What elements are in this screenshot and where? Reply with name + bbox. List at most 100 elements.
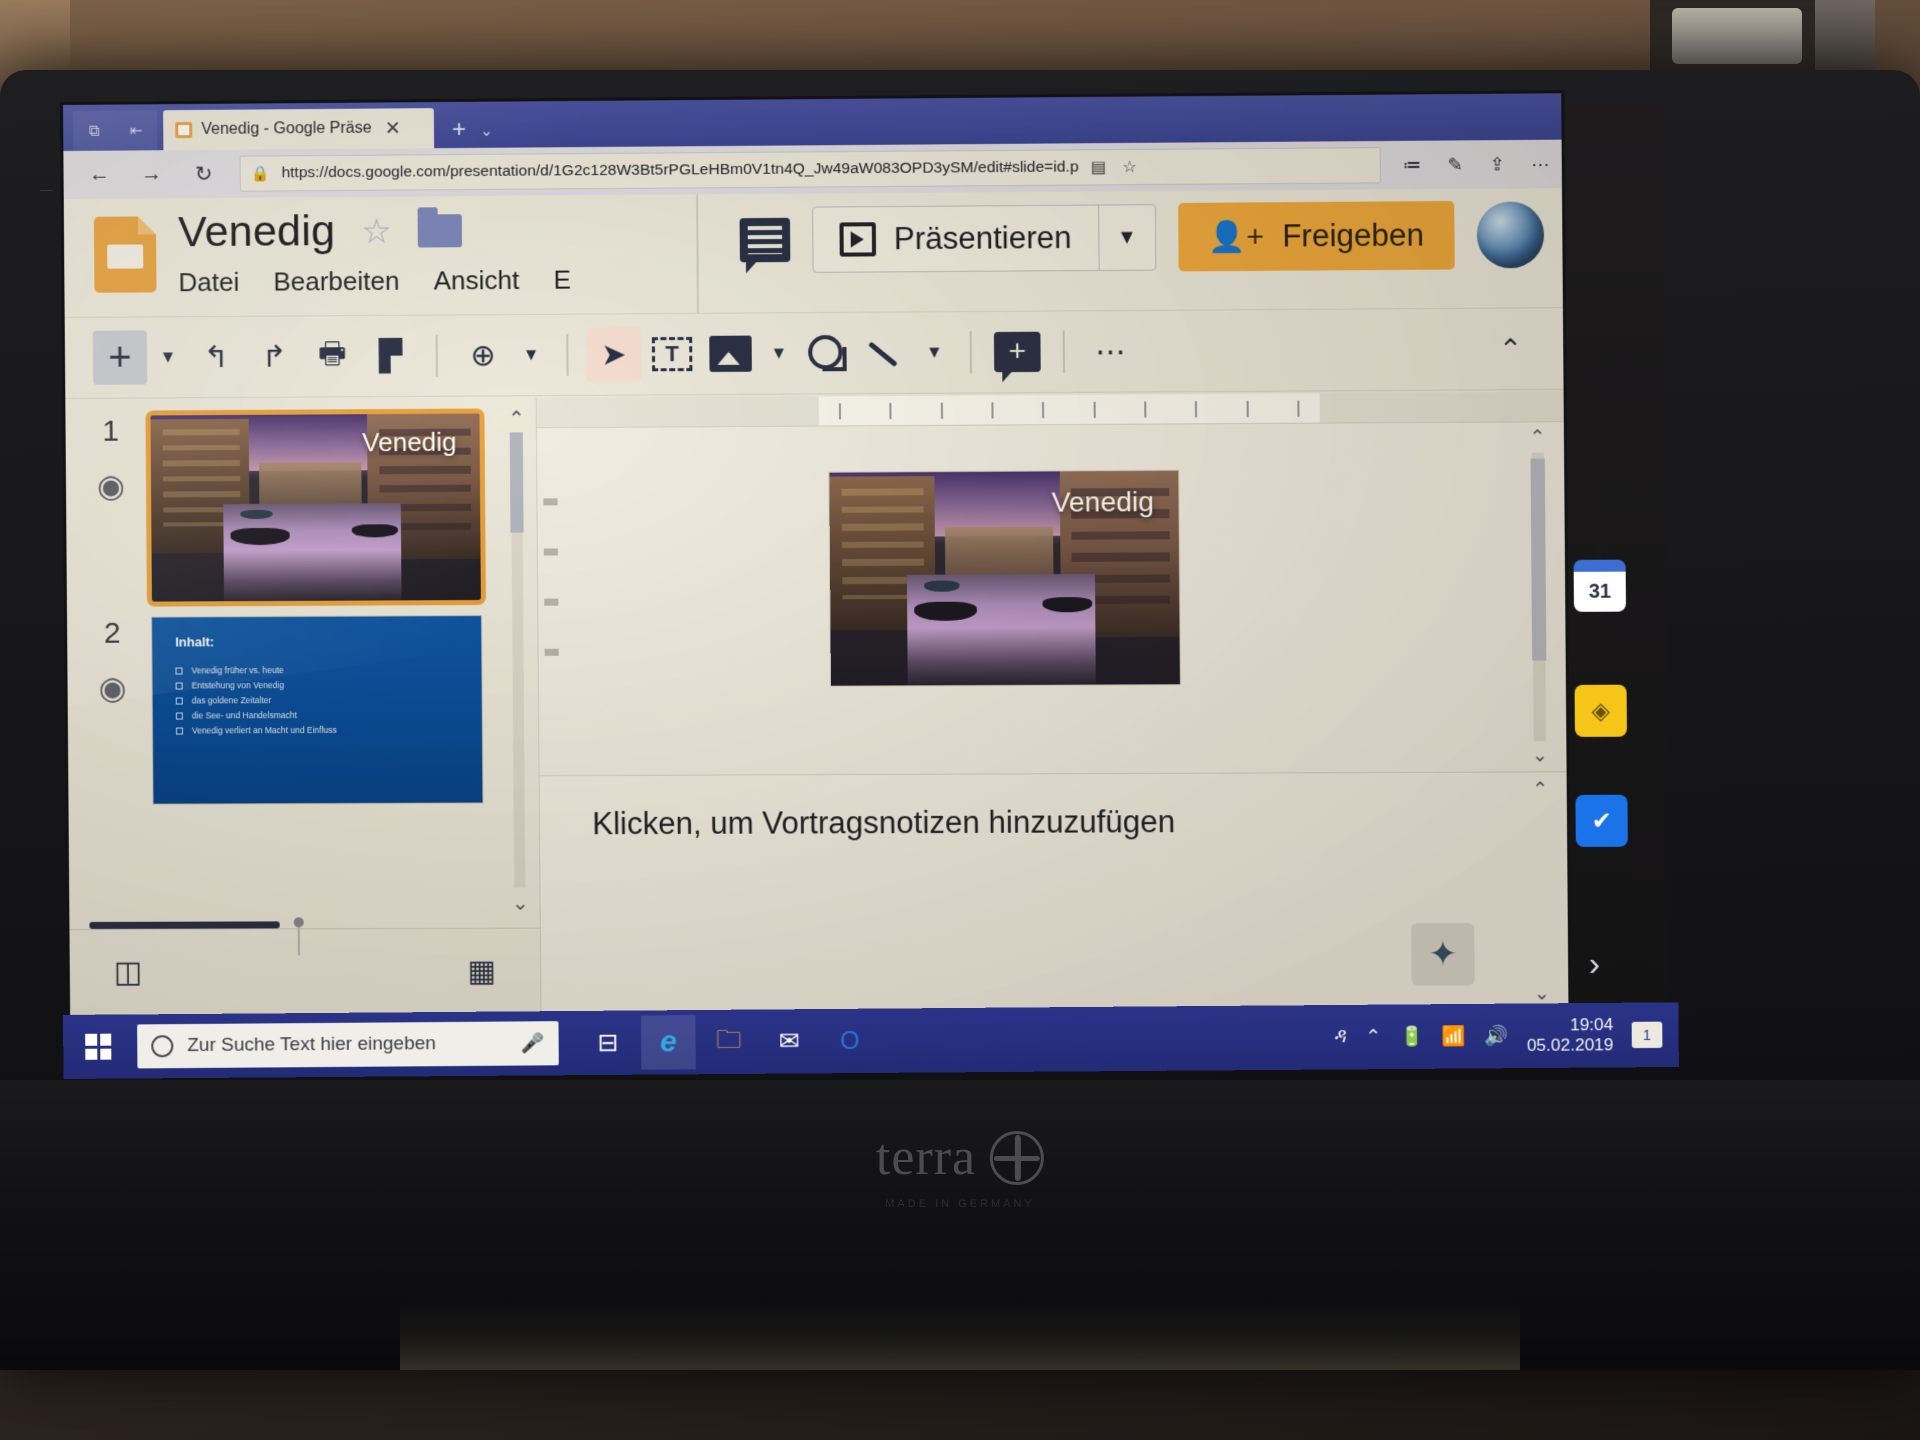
zoom-button[interactable]: ⊕ [456,328,511,382]
new-slide-button[interactable]: + [92,330,148,385]
move-to-folder-icon[interactable] [417,214,463,248]
comment-history-icon[interactable] [739,217,791,263]
present-dropdown-caret[interactable]: ▼ [1097,205,1155,270]
slide-layers-icon: ◉ [98,669,127,706]
select-tool-button[interactable]: ➤ [586,327,642,382]
reading-view-icon[interactable]: ▤ [1091,157,1106,177]
close-tab-icon[interactable]: ✕ [385,117,401,140]
favorite-star-icon[interactable]: ☆ [1122,157,1137,177]
slide2-bullet-list: Venedig früher vs. heute Entstehung von … [175,665,462,736]
undo-button[interactable]: ↰ [189,330,244,384]
more-options-button[interactable]: ⋯ [1083,324,1138,379]
task-view-icon[interactable]: ⊟ [581,1016,636,1071]
account-avatar[interactable] [1476,201,1545,269]
shape-button[interactable] [800,326,855,381]
scroll-up-icon[interactable]: ⌃ [1532,778,1548,801]
reload-button[interactable]: ↻ [179,155,227,193]
grid-view-icon[interactable]: ▦ [467,954,496,989]
bullet-square-icon [175,697,183,705]
menu-ansicht[interactable]: Ansicht [434,265,520,297]
canvas-scrollbar[interactable]: ⌃ ⌄ [1525,422,1552,771]
chevron-up-icon[interactable]: ⌃ [1365,1025,1381,1048]
web-notes-icon[interactable]: ✎ [1448,154,1464,175]
people-icon[interactable]: ዳ [1335,1026,1347,1048]
layout-view-icon[interactable]: ◫ [89,917,304,990]
notification-badge[interactable]: 1 [1631,1021,1663,1049]
start-button[interactable] [63,1014,134,1079]
insert-image-button[interactable] [703,326,758,381]
notes-scrollbar[interactable]: ⌃ ⌄ [1528,778,1554,1005]
speaker-notes-placeholder[interactable]: Klicken, um Vortragsnotizen hinzuzufügen [592,804,1175,842]
back-button[interactable]: ← [75,156,123,194]
slide-thumbnail[interactable]: Inhalt: Venedig früher vs. heute Entsteh… [151,615,484,805]
slide-thumbnail[interactable]: Venedig [145,408,486,607]
speaker-notes-pane[interactable]: Klicken, um Vortragsnotizen hinzuzufügen… [539,771,1569,1014]
vertical-ruler [537,428,566,775]
google-slides-logo-icon[interactable] [93,216,157,293]
explore-button[interactable]: ✦ [1411,922,1475,986]
scroll-up-icon[interactable]: ⌃ [1529,422,1545,449]
paint-format-button[interactable]: ▛ [363,329,418,383]
image-caret-icon[interactable]: ▼ [762,343,796,363]
list-item: Entstehung von Venedig [175,680,462,691]
line-button[interactable] [858,325,913,380]
print-button[interactable]: 🖶 [305,329,360,383]
chevron-down-icon[interactable]: ⌄ [480,122,493,148]
mail-icon[interactable]: ✉ [762,1014,817,1069]
add-comment-button[interactable]: + [990,325,1045,380]
forward-button[interactable]: → [127,155,175,193]
slide-title-text: Venedig [362,426,457,458]
microsoft-edge-icon[interactable]: e [640,1015,696,1070]
filmstrip-footer: ◫ ▦ [69,917,541,1016]
lock-icon: 🔒 [250,165,270,183]
text-box-button[interactable]: T [645,327,700,382]
scroll-up-icon[interactable]: ⌃ [508,406,525,431]
taskbar-clock[interactable]: 19:04 05.02.2019 [1527,1015,1614,1055]
scroll-down-icon[interactable]: ⌄ [512,891,529,916]
current-slide-canvas[interactable]: Venedig [829,470,1180,686]
taskbar-search-input[interactable]: Zur Suche Text hier eingeben 🎤 [137,1021,559,1069]
google-tasks-icon[interactable]: ✔ [1575,794,1628,847]
microphone-icon[interactable]: 🎤 [521,1031,545,1055]
share-icon[interactable]: ⇪ [1489,154,1505,175]
new-slide-caret-icon[interactable]: ▼ [151,347,185,367]
filmstrip-slide-1[interactable]: 1 ◉ Venedig [65,398,537,607]
menu-datei[interactable]: Datei [178,267,239,298]
toolbar-divider [435,334,438,377]
volume-icon[interactable]: 🔊 [1484,1024,1508,1048]
new-tab-button[interactable]: + [434,116,480,148]
tab-preview-icon[interactable]: ⧉ [73,110,116,151]
file-explorer-icon[interactable]: 🗀 [701,1015,756,1070]
document-title[interactable]: Venedig [178,207,336,257]
browser-tab[interactable]: Venedig - Google Präse ✕ [163,108,435,151]
url-input[interactable]: 🔒 https://docs.google.com/presentation/d… [239,147,1381,192]
present-button[interactable]: Präsentieren [813,206,1098,272]
browser-settings-icon[interactable]: ⋯ [1531,153,1549,174]
taskbar-apps: ⊟ e 🗀 ✉ O [581,1014,878,1070]
filmstrip-slide-2[interactable]: 2 ◉ Inhalt: Venedig früher vs. heute Ent… [67,601,539,805]
filmstrip-scrollbar[interactable]: ⌃ ⌄ [503,398,533,924]
redo-button[interactable]: ↱ [247,329,302,383]
line-caret-icon[interactable]: ▼ [917,342,952,362]
search-placeholder: Zur Suche Text hier eingeben [187,1033,436,1057]
outlook-icon[interactable]: O [822,1014,877,1069]
network-icon[interactable]: 📶 [1442,1024,1466,1048]
google-keep-icon[interactable]: ◈ [1574,684,1627,737]
cortana-circle-icon [151,1035,174,1058]
menu-einfuegen[interactable]: E [553,265,571,296]
menu-bearbeiten[interactable]: Bearbeiten [273,266,399,298]
photo-scene: — 31 ◈ ✔ › ⧉ ⇤ Venedig - Google Präse ✕ … [0,0,1920,1440]
battery-icon[interactable]: 🔋 [1400,1024,1424,1048]
favorites-hub-icon[interactable]: ≔ [1403,154,1421,175]
google-calendar-icon[interactable]: 31 [1573,559,1627,612]
present-button-group: Präsentieren ▼ [811,204,1156,273]
slide-title-text[interactable]: Venedig [1051,486,1154,519]
star-icon[interactable]: ☆ [361,211,392,251]
collapse-toolbar-icon[interactable]: ⌃ [1499,332,1523,365]
zoom-caret-icon[interactable]: ▼ [514,345,548,365]
rail-expand-arrow[interactable]: › [1589,945,1601,984]
scroll-down-icon[interactable]: ⌄ [1532,744,1548,771]
share-button[interactable]: 👤+ Freigeben [1177,200,1455,272]
set-aside-tabs-icon[interactable]: ⇤ [115,110,158,151]
scroll-down-icon[interactable]: ⌄ [1534,982,1550,1005]
